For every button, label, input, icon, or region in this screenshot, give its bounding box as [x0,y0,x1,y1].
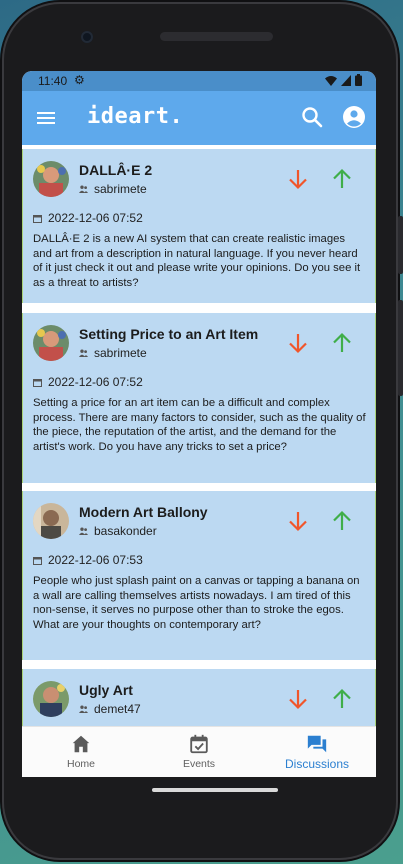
discussion-card[interactable]: Modern Art Ballony basakonder 2022-12-06… [22,491,376,660]
app-screen: 11:40 ⚙ ideart. DALLÂ·E 2 sabrimete 2022… [22,71,376,777]
bottom-navigation: Home Events Discussions [22,726,376,777]
date-row: 2022-12-06 07:52 [33,375,143,389]
author-username[interactable]: demet47 [94,702,141,716]
arrow-up-icon [333,168,351,188]
status-time: 11:40 [38,74,68,88]
home-indicator [152,788,278,792]
people-icon [79,705,88,713]
author-row: sabrimete [79,182,147,196]
people-icon [79,349,88,357]
author-username[interactable]: sabrimete [94,346,147,360]
account-circle-icon [343,106,365,128]
forum-icon [307,735,327,753]
calendar-check-icon [190,734,208,754]
author-row: demet47 [79,702,141,716]
author-row: basakonder [79,524,157,538]
discussion-body: DALLÂ·E 2 is a new AI system that can cr… [33,233,361,289]
discussion-title[interactable]: Ugly Art [79,682,133,698]
discussion-date: 2022-12-06 07:52 [48,375,143,389]
app-bar: ideart. [22,91,376,145]
calendar-icon [33,378,42,387]
discussion-date: 2022-12-06 07:53 [48,553,143,567]
upvote-button[interactable] [330,167,354,191]
nav-home-label: Home [66,758,95,770]
people-icon [79,185,88,193]
discussion-date: 2022-12-06 07:52 [48,211,143,225]
side-button-power [398,216,403,274]
people-icon [79,527,88,535]
discussion-body: People who just splash paint on a canvas… [33,575,360,631]
nav-events[interactable]: Events [140,727,258,777]
downvote-button[interactable] [286,167,310,191]
discussion-title[interactable]: DALLÂ·E 2 [79,162,152,178]
front-camera [81,31,93,43]
calendar-icon [33,214,42,223]
earpiece-speaker [160,32,273,41]
discussion-card[interactable]: Setting Price to an Art Item sabrimete 2… [22,313,376,483]
avatar [33,325,69,361]
calendar-icon [33,556,42,565]
battery-icon [355,74,362,86]
nav-events-label: Events [182,758,216,770]
hamburger-menu-icon [37,112,55,124]
downvote-button[interactable] [286,687,310,711]
nav-home[interactable]: Home [22,727,140,777]
arrow-down-icon [289,334,307,354]
app-title: ideart. [87,104,184,129]
author-username[interactable]: basakonder [94,524,157,538]
discussion-title[interactable]: Setting Price to an Art Item [79,326,258,342]
downvote-button[interactable] [286,509,310,533]
upvote-button[interactable] [330,687,354,711]
arrow-up-icon [333,688,351,708]
author-username[interactable]: sabrimete [94,182,147,196]
wifi-icon [325,75,337,86]
nav-discussions[interactable]: Discussions [258,727,376,777]
discussion-list[interactable]: DALLÂ·E 2 sabrimete 2022-12-06 07:52 DAL… [22,145,376,726]
arrow-up-icon [333,510,351,530]
author-row: sabrimete [79,346,147,360]
side-button-volume [398,300,403,396]
avatar [33,503,69,539]
date-row: 2022-12-06 07:53 [33,553,143,567]
avatar [33,161,69,197]
account-button[interactable] [342,105,366,129]
search-button[interactable] [300,105,324,129]
date-row: 2022-12-06 07:52 [33,211,143,225]
signal-icon [341,74,351,86]
arrow-down-icon [289,690,307,710]
settings-gear-icon: ⚙ [74,73,85,87]
status-bar: 11:40 ⚙ [22,71,376,91]
discussion-body: Setting a price for an art item can be a… [33,397,366,453]
nav-discussions-label: Discussions [284,757,350,771]
arrow-down-icon [289,170,307,190]
arrow-down-icon [289,512,307,532]
discussion-card[interactable]: DALLÂ·E 2 sabrimete 2022-12-06 07:52 DAL… [22,149,376,303]
home-icon [72,735,90,753]
discussion-card[interactable]: Ugly Art demet47 [22,669,376,726]
system-icons [325,74,362,86]
search-icon [302,107,323,128]
discussion-title[interactable]: Modern Art Ballony [79,504,208,520]
avatar [33,681,69,717]
upvote-button[interactable] [330,509,354,533]
menu-button[interactable] [36,108,56,128]
downvote-button[interactable] [286,331,310,355]
arrow-up-icon [333,332,351,352]
upvote-button[interactable] [330,331,354,355]
